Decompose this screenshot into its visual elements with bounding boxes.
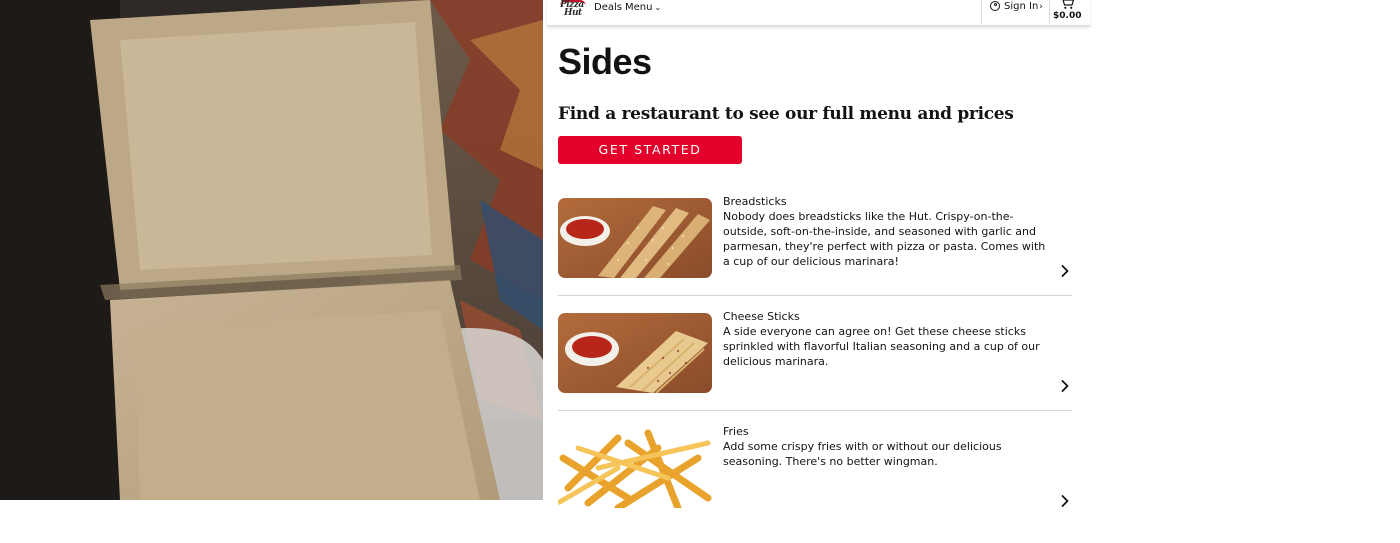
list-divider (558, 295, 1072, 296)
product-card-fries[interactable]: Fries Add some crispy fries with or with… (558, 425, 1072, 543)
list-divider (558, 410, 1072, 411)
chevron-down-icon: ⌄ (654, 3, 662, 12)
fries-image (558, 428, 712, 508)
chevron-right-icon[interactable] (1058, 264, 1072, 278)
product-description: A side everyone can agree on! Get these … (723, 325, 1040, 368)
product-name: Breadsticks (723, 195, 787, 208)
cart-button[interactable]: $0.00 (1053, 0, 1081, 24)
header-divider (981, 0, 982, 24)
nav-menu-dropdown[interactable]: Menu ⌄ (625, 1, 661, 15)
find-restaurant-heading: Find a restaurant to see our full menu a… (558, 104, 1014, 124)
nav-deals-link[interactable]: Deals (594, 1, 622, 15)
pizza-hut-logo[interactable]: Pizza Hut (559, 0, 587, 20)
chevron-right-icon[interactable] (1058, 494, 1072, 508)
sign-in-link[interactable]: Sign In› (990, 0, 1043, 14)
cart-icon (1062, 0, 1075, 9)
cheese-sticks-image (558, 313, 712, 393)
product-description: Add some crispy fries with or without ou… (723, 440, 1002, 468)
logo-text-hut: Hut (564, 8, 582, 18)
chevron-right-icon: › (1039, 2, 1043, 12)
page-title: Sides (558, 41, 652, 82)
header-divider (1049, 0, 1050, 24)
background-photo-pizza-box (0, 0, 543, 500)
cart-total: $0.00 (1053, 11, 1082, 21)
user-icon (990, 1, 1000, 11)
nav-menu-label: Menu (625, 2, 653, 13)
site-header: Pizza Hut Deals Menu ⌄ Sign In› $0.00 (547, 0, 1090, 26)
breadsticks-image (558, 198, 712, 278)
product-name: Cheese Sticks (723, 310, 800, 323)
chevron-right-icon[interactable] (1058, 379, 1072, 393)
get-started-button[interactable]: GET STARTED (558, 136, 742, 164)
sign-in-label: Sign In (1004, 1, 1039, 12)
product-description: Nobody does breadsticks like the Hut. Cr… (723, 210, 1046, 268)
product-name: Fries (723, 425, 749, 438)
